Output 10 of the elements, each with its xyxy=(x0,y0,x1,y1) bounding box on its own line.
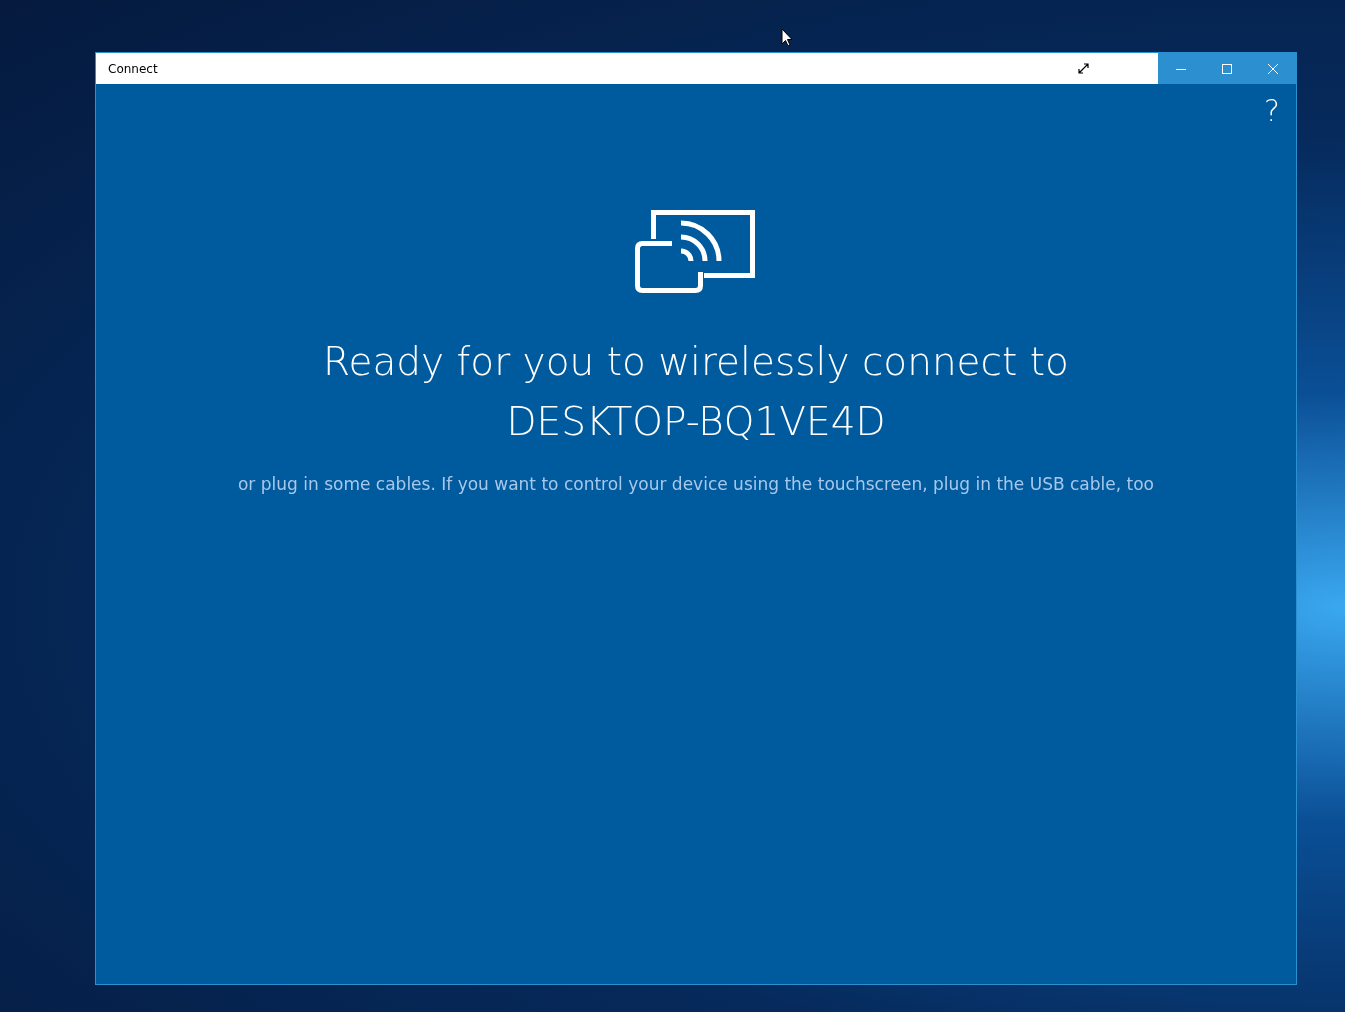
heading-line: Ready for you to wirelessly connect to xyxy=(323,338,1069,386)
close-icon xyxy=(1268,63,1278,74)
instruction-text: or plug in some cables. If you want to control your device using the touchscreen, plug in the USB cable, too xyxy=(237,474,1155,494)
window-title: Connect xyxy=(107,61,159,76)
help-button[interactable]: ? xyxy=(1264,94,1280,128)
mouse-cursor-icon xyxy=(781,28,793,47)
wireless-display-icon xyxy=(634,208,758,294)
expand-icon[interactable] xyxy=(1078,63,1089,74)
maximize-icon xyxy=(1222,63,1232,74)
device-name: DESKTOP-BQ1VE4D xyxy=(506,398,886,446)
